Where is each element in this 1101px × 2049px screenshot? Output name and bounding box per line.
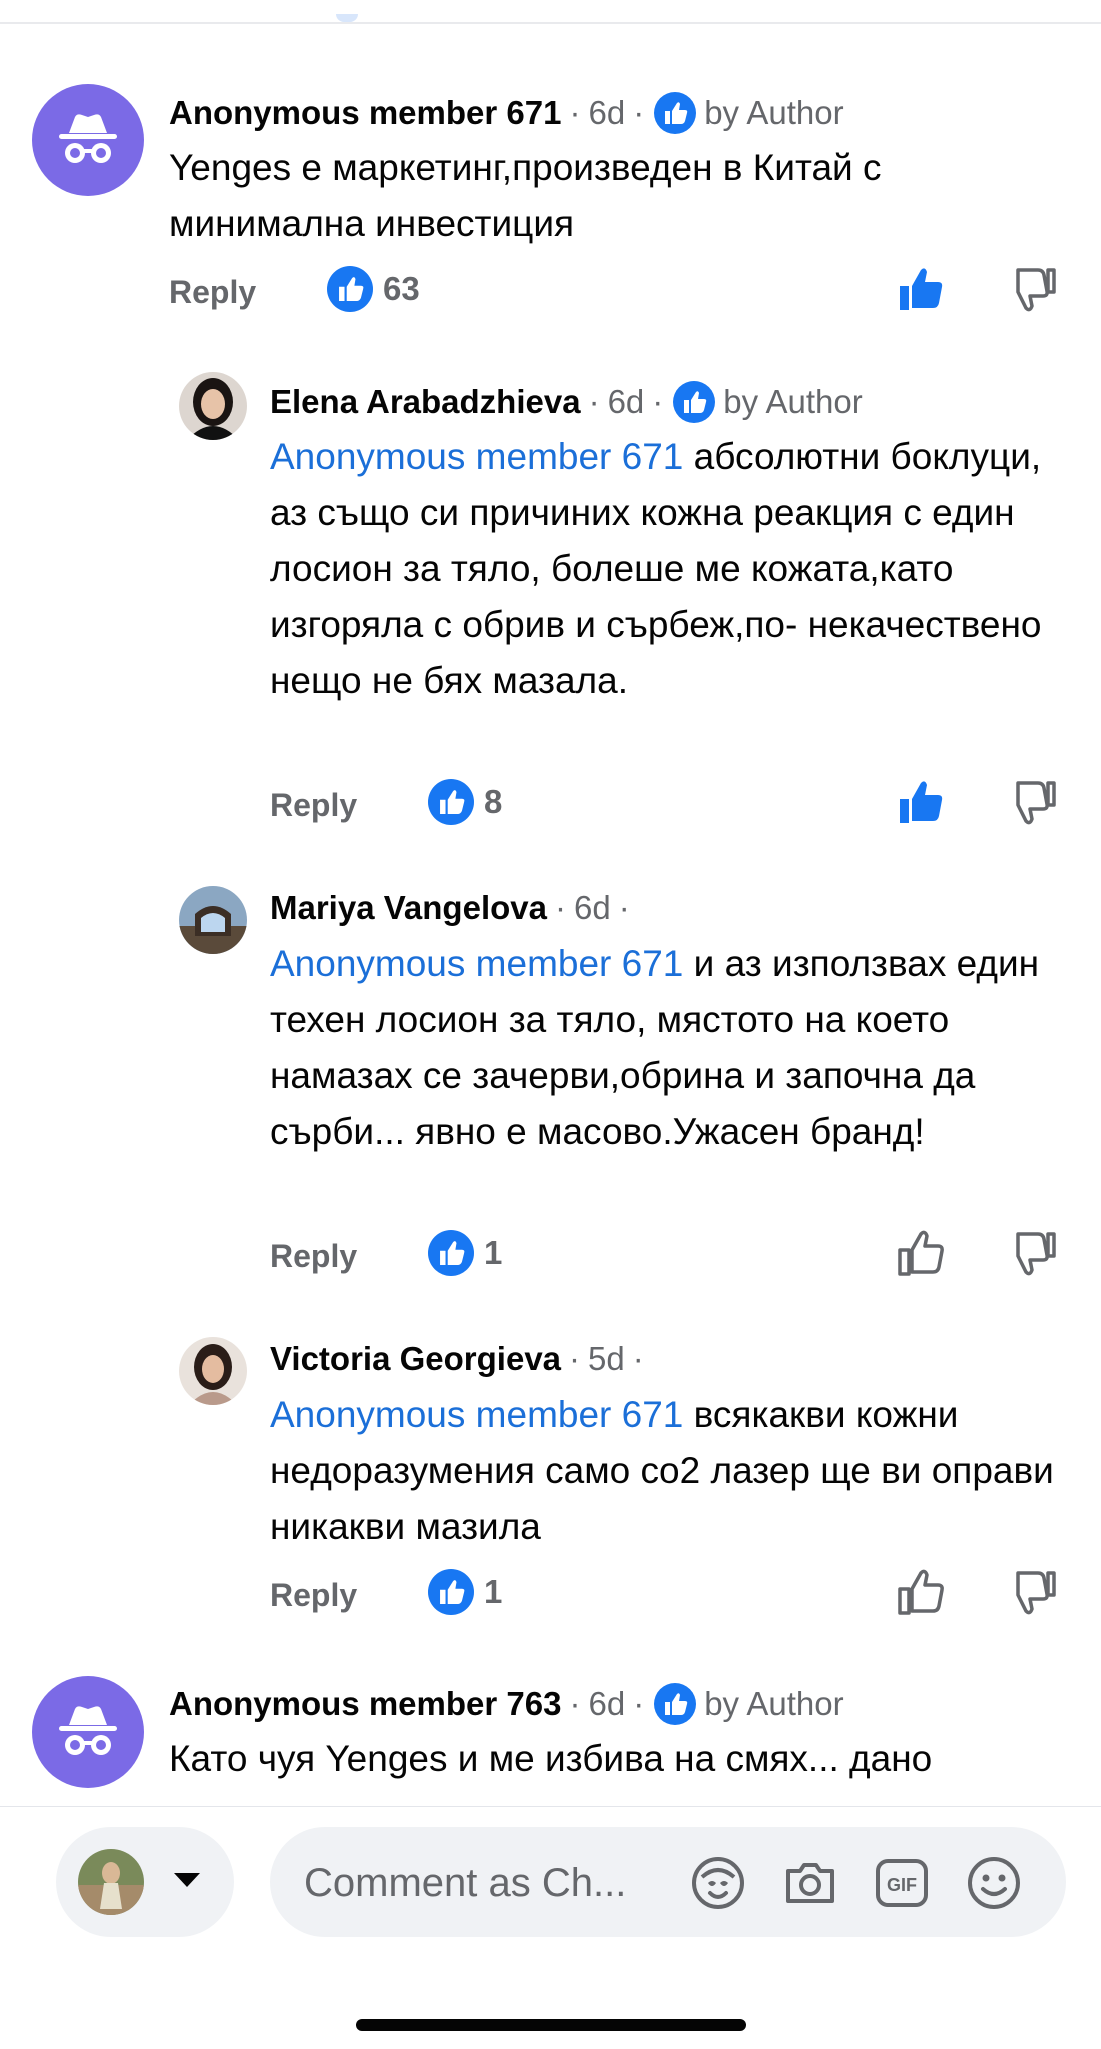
comment-time[interactable]: 6d — [588, 1684, 625, 1724]
like-count[interactable]: 8 — [428, 779, 502, 825]
upvote-icon[interactable] — [896, 264, 946, 314]
dot-separator: · — [569, 94, 581, 131]
anonymous-avatar[interactable] — [32, 1676, 144, 1788]
incognito-icon — [59, 114, 117, 163]
downvote-icon[interactable] — [1008, 777, 1058, 827]
comment-text: Anonymous member 671 и аз използвах един… — [270, 936, 1070, 1160]
comment-composer: Comment as Ch... GIF — [0, 1806, 1101, 2049]
author-like-icon — [673, 381, 716, 423]
author-like-icon — [654, 92, 697, 134]
reply-button[interactable]: Reply — [169, 274, 256, 311]
like-count[interactable]: 1 — [428, 1569, 502, 1615]
commenter-name[interactable]: Victoria Georgieva — [270, 1339, 561, 1379]
mention-link[interactable]: Anonymous member 671 — [270, 943, 683, 984]
dot-separator: · — [632, 1340, 644, 1377]
mention-link[interactable]: Anonymous member 671 — [270, 436, 683, 477]
comment-text: Yenges е маркетинг,произведен в Китай с … — [169, 147, 882, 244]
comment-placeholder: Comment as Ch... — [304, 1861, 627, 1905]
anonymous-avatar[interactable] — [32, 84, 144, 196]
comment-time[interactable]: 6d — [588, 93, 625, 133]
reply-button[interactable]: Reply — [270, 1577, 357, 1614]
dot-separator: · — [554, 889, 566, 926]
comment-header: Anonymous member 763 · 6d · by Author — [169, 1683, 844, 1725]
user-avatar[interactable] — [179, 886, 247, 954]
comment-header: Elena Arabadzhieva · 6d · by Author — [270, 381, 863, 423]
commenter-name[interactable]: Anonymous member 671 — [169, 93, 561, 133]
dot-separator: · — [588, 383, 600, 420]
commenter-name[interactable]: Mariya Vangelova — [270, 888, 547, 928]
comment-header: Victoria Georgieva · 5d · — [270, 1339, 644, 1379]
comment-text: Anonymous member 671 абсолютни боклуци, … — [270, 429, 1050, 709]
downvote-icon[interactable] — [1008, 1567, 1058, 1617]
downvote-icon[interactable] — [1008, 1228, 1058, 1278]
like-reaction-icon — [428, 779, 474, 825]
avatar-sticker-icon[interactable] — [688, 1853, 748, 1913]
upvote-icon[interactable] — [896, 777, 946, 827]
home-indicator[interactable] — [356, 2019, 746, 2031]
dot-separator: · — [652, 383, 664, 420]
account-switcher[interactable] — [56, 1827, 234, 1937]
dot-separator: · — [618, 889, 630, 926]
like-count[interactable]: 63 — [327, 266, 420, 312]
like-reaction-icon — [428, 1569, 474, 1615]
like-reaction-icon — [428, 1230, 474, 1276]
downvote-icon[interactable] — [1008, 264, 1058, 314]
dot-separator: · — [633, 1685, 645, 1722]
author-like-icon — [654, 1683, 697, 1725]
incognito-icon — [59, 1706, 117, 1755]
comment-header: Anonymous member 671 · 6d · by Author — [169, 92, 844, 134]
dot-separator: · — [569, 1685, 581, 1722]
comment-actions: Reply 8 — [270, 779, 1070, 831]
svg-text:GIF: GIF — [887, 1875, 917, 1895]
like-reaction-icon — [327, 266, 373, 312]
gif-icon[interactable]: GIF — [872, 1853, 932, 1913]
author-label: by Author — [704, 1685, 844, 1722]
comment-text: Като чуя Yenges и ме избива на смях... д… — [169, 1738, 933, 1779]
dot-separator: · — [633, 94, 645, 131]
dot-separator: · — [569, 1340, 581, 1377]
comment-actions: Reply 1 — [270, 1230, 1070, 1282]
commenter-name[interactable]: Elena Arabadzhieva — [270, 382, 581, 422]
author-label: by Author — [723, 383, 863, 420]
user-avatar[interactable] — [179, 372, 247, 440]
mention-link[interactable]: Anonymous member 671 — [270, 1394, 683, 1435]
chevron-down-icon — [174, 1873, 200, 1887]
like-count[interactable]: 1 — [428, 1230, 502, 1276]
comment-time[interactable]: 5d — [588, 1339, 625, 1379]
author-label: by Author — [704, 94, 844, 131]
comment-time[interactable]: 6d — [574, 888, 611, 928]
user-avatar[interactable] — [179, 1337, 247, 1405]
upvote-icon[interactable] — [896, 1228, 946, 1278]
comment-time[interactable]: 6d — [608, 382, 645, 422]
emoji-icon[interactable] — [964, 1853, 1024, 1913]
upvote-icon[interactable] — [896, 1567, 946, 1617]
user-avatar — [78, 1849, 144, 1915]
comment-actions: Reply 1 — [270, 1569, 1070, 1621]
top-indicator — [336, 14, 358, 22]
commenter-name[interactable]: Anonymous member 763 — [169, 1684, 561, 1724]
reply-button[interactable]: Reply — [270, 787, 357, 824]
top-divider — [0, 22, 1101, 24]
reply-button[interactable]: Reply — [270, 1238, 357, 1275]
comment-input[interactable]: Comment as Ch... GIF — [270, 1827, 1066, 1937]
comment-text: Anonymous member 671 всякакви кожни недо… — [270, 1387, 1070, 1555]
comment-header: Mariya Vangelova · 6d · — [270, 888, 630, 928]
camera-icon[interactable] — [780, 1853, 840, 1913]
